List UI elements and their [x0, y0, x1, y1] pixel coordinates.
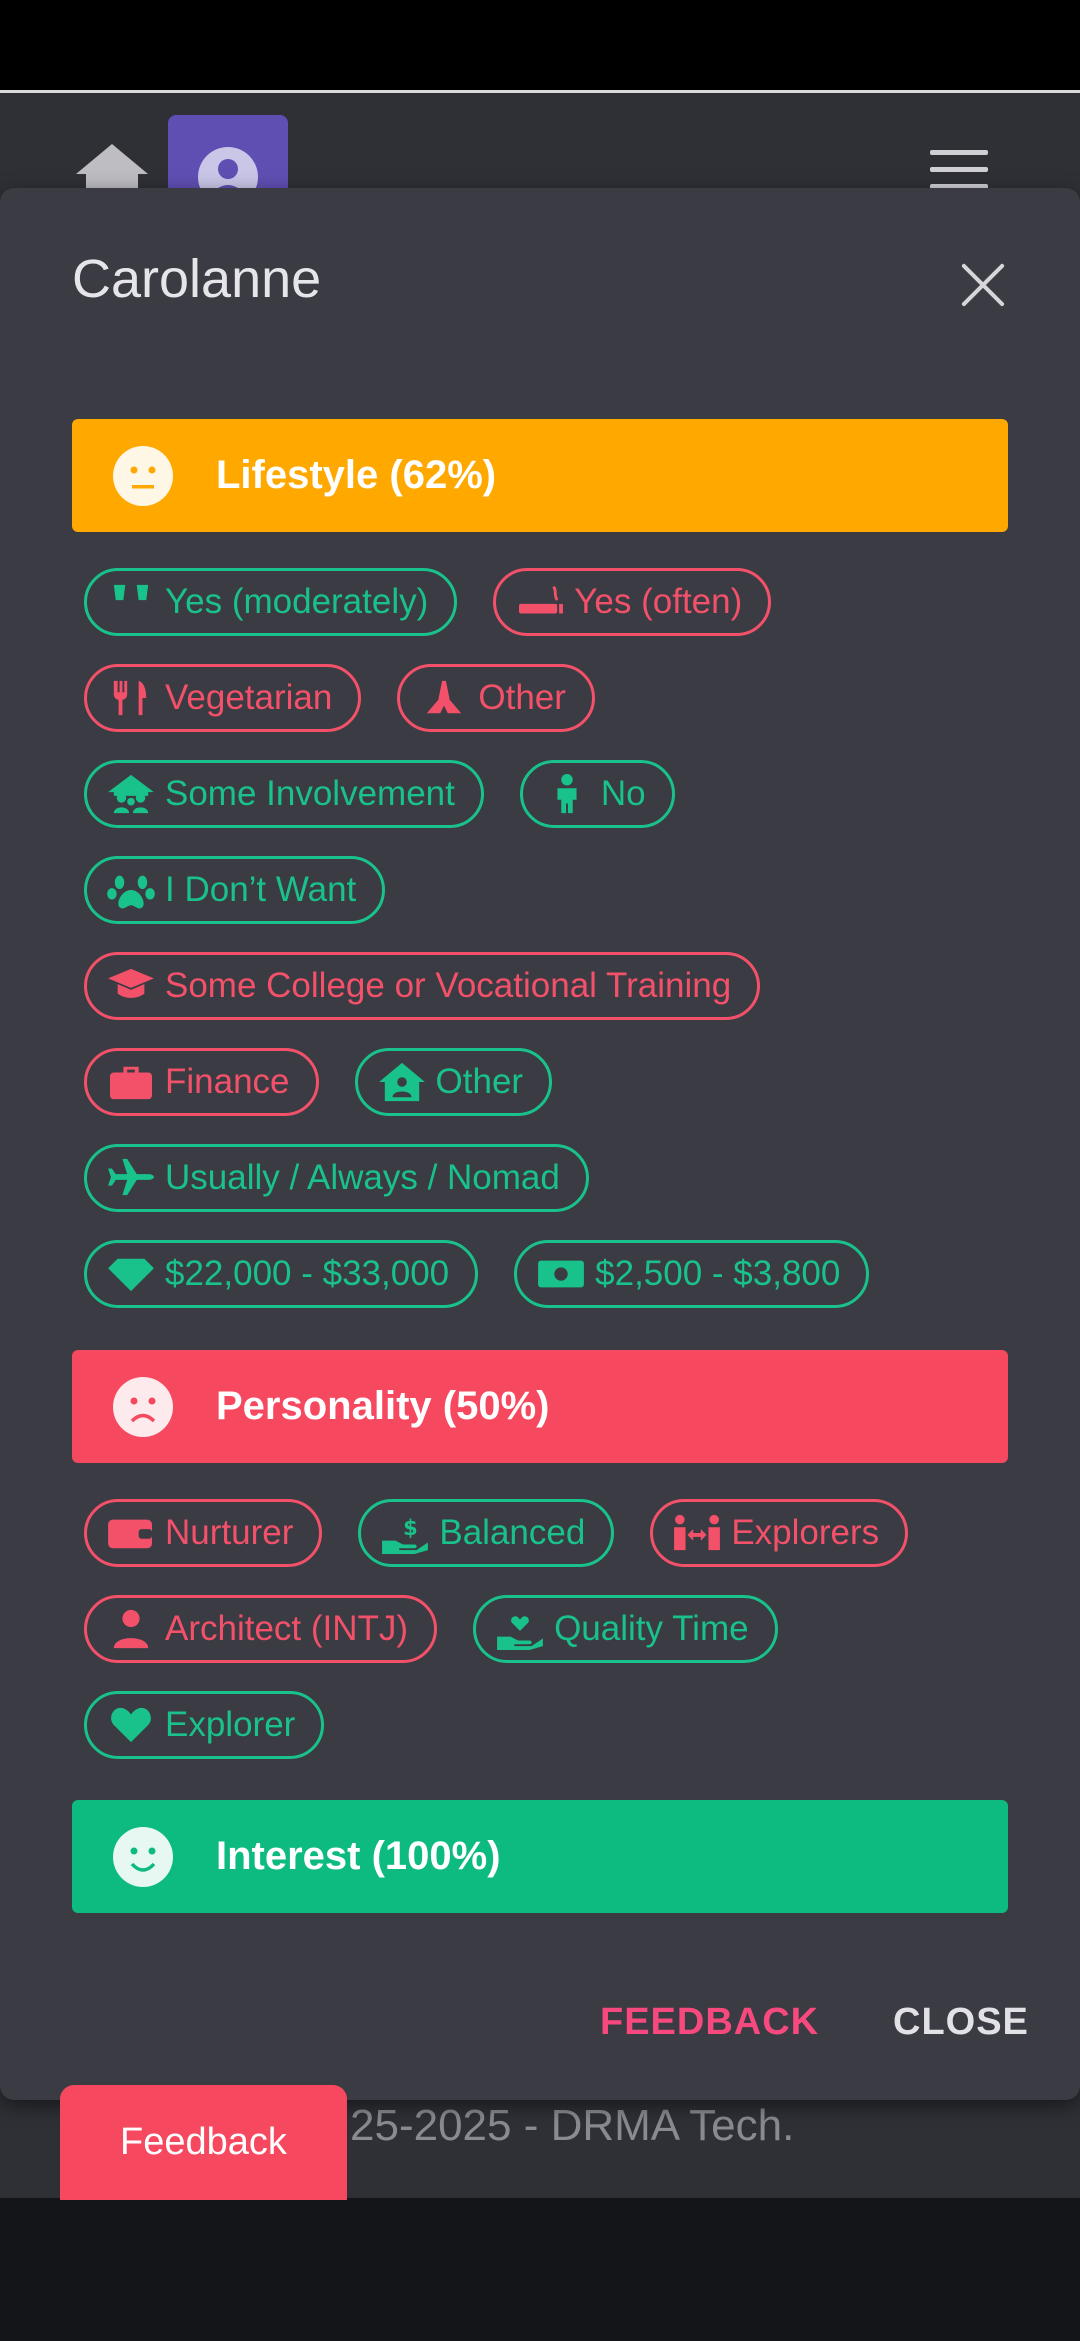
personality-chip-label: Quality Time — [554, 1609, 749, 1648]
plane-icon — [105, 1157, 157, 1199]
personality-chip-label: Explorer — [165, 1705, 296, 1744]
heart-icon — [105, 1704, 157, 1746]
lifestyle-chip[interactable]: No — [519, 760, 675, 828]
match-details-dialog: Carolanne Lifestyle (62%) Yes (moderatel… — [0, 188, 1080, 2100]
lifestyle-chip[interactable]: Finance — [84, 1048, 319, 1116]
utensils-icon — [105, 677, 157, 719]
lifestyle-chip-row: Some College or Vocational Training — [84, 952, 1004, 1024]
lifestyle-chip[interactable]: Yes (moderately) — [84, 568, 458, 636]
lifestyle-chip-label: $2,500 - $3,800 — [595, 1254, 841, 1293]
lifestyle-chip-label: Yes (moderately) — [165, 582, 429, 621]
personality-chip[interactable]: Explorers — [650, 1499, 909, 1567]
lifestyle-chip[interactable]: Other — [354, 1048, 553, 1116]
lifestyle-chip-row: Yes (moderately) Yes (often) — [84, 568, 1004, 640]
lifestyle-chip-label: Vegetarian — [165, 678, 333, 717]
lifestyle-chip-label: $22,000 - $33,000 — [165, 1254, 450, 1293]
glasses-cheers-icon — [105, 581, 157, 623]
lifestyle-chip-row: Finance Other — [84, 1048, 1004, 1120]
house-user-icon — [376, 1061, 428, 1103]
lifestyle-chip-row: $22,000 - $33,000 $2,500 - $3,800 — [84, 1240, 1004, 1312]
personality-chip-list: Nurturer $ Balanced Explorers Architect (INT… — [84, 1499, 1004, 1787]
personality-chip-row: Explorer — [84, 1691, 1004, 1763]
gem-icon — [105, 1253, 157, 1295]
floating-feedback-button[interactable]: Feedback — [60, 2085, 347, 2200]
praying-hands-icon — [418, 677, 470, 719]
footer-copyright: 25-2025 - DRMA Tech. — [350, 2101, 795, 2150]
section-lifestyle-label: Lifestyle (62%) — [216, 453, 497, 497]
lifestyle-chip-row: Vegetarian Other — [84, 664, 1004, 736]
briefcase-icon — [105, 1061, 157, 1103]
lifestyle-chip-label: I Don’t Want — [165, 870, 357, 909]
personality-chip[interactable]: Architect (INTJ) — [84, 1595, 438, 1663]
family-house-icon — [105, 773, 157, 815]
section-interest-header[interactable]: Interest (100%) — [72, 1800, 1008, 1913]
lifestyle-chip-label: Some Involvement — [165, 774, 455, 813]
personality-chip-row: Nurturer $ Balanced Explorers — [84, 1499, 1004, 1571]
user-icon — [105, 1608, 157, 1650]
neutral-face-icon — [113, 445, 173, 506]
dialog-feedback-button[interactable]: FEEDBACK — [600, 2001, 819, 2044]
lifestyle-chip-row: Some Involvement No — [84, 760, 1004, 832]
lifestyle-chip-label: Other — [478, 678, 566, 717]
personality-chip-label: Balanced — [439, 1513, 586, 1552]
happy-face-icon — [113, 1826, 173, 1887]
section-personality-label: Personality (50%) — [216, 1384, 550, 1428]
lifestyle-chip-label: Usually / Always / Nomad — [165, 1158, 560, 1197]
dialog-title: Carolanne — [72, 249, 322, 309]
dialog-close-button[interactable]: CLOSE — [893, 2001, 1029, 2044]
money-bill-icon — [535, 1253, 587, 1295]
lifestyle-chip[interactable]: $2,500 - $3,800 — [514, 1240, 870, 1308]
personality-chip-label: Explorers — [731, 1513, 880, 1552]
section-personality-header[interactable]: Personality (50%) — [72, 1350, 1008, 1463]
lifestyle-chip[interactable]: Yes (often) — [493, 568, 772, 636]
lifestyle-chip[interactable]: Usually / Always / Nomad — [84, 1144, 589, 1212]
personality-chip-label: Nurturer — [165, 1513, 294, 1552]
personality-chip[interactable]: Quality Time — [473, 1595, 778, 1663]
graduation-cap-icon — [105, 965, 157, 1007]
lifestyle-chip-label: Some College or Vocational Training — [165, 966, 732, 1005]
lifestyle-chip[interactable]: I Don’t Want — [84, 856, 386, 924]
lifestyle-chip[interactable]: Some Involvement — [84, 760, 484, 828]
personality-chip[interactable]: $ Balanced — [358, 1499, 615, 1567]
lifestyle-chip-list: Yes (moderately) Yes (often) Vegetarian Oth… — [84, 568, 1004, 1336]
svg-text:$: $ — [403, 1516, 418, 1540]
lifestyle-chip-row: Usually / Always / Nomad — [84, 1144, 1004, 1216]
lifestyle-chip-label: Other — [435, 1062, 524, 1101]
personality-chip[interactable]: Explorer — [84, 1691, 325, 1759]
lifestyle-chip[interactable]: Vegetarian — [84, 664, 362, 732]
lifestyle-chip[interactable]: Other — [397, 664, 595, 732]
lifestyle-chip-label: Yes (often) — [574, 582, 743, 621]
hand-holding-heart-icon — [494, 1608, 546, 1650]
status-bar — [0, 0, 1080, 90]
section-lifestyle-header[interactable]: Lifestyle (62%) — [72, 419, 1008, 532]
close-icon[interactable] — [958, 260, 1008, 310]
personality-chip-row: Architect (INTJ) Quality Time — [84, 1595, 1004, 1667]
smoking-icon — [514, 581, 566, 623]
personality-chip-label: Architect (INTJ) — [165, 1609, 409, 1648]
bottom-navigation-area — [0, 2198, 1080, 2341]
personality-chip[interactable]: Nurturer — [84, 1499, 323, 1567]
people-arrows-icon — [671, 1512, 723, 1554]
lifestyle-chip-row: I Don’t Want — [84, 856, 1004, 928]
paw-icon — [105, 869, 157, 911]
lifestyle-chip-label: Finance — [165, 1062, 290, 1101]
wallet-icon — [105, 1512, 157, 1554]
page-header — [0, 93, 1080, 193]
section-interest-label: Interest (100%) — [216, 1834, 501, 1878]
child-icon — [541, 773, 593, 815]
lifestyle-chip[interactable]: Some College or Vocational Training — [84, 952, 761, 1020]
lifestyle-chip[interactable]: $22,000 - $33,000 — [84, 1240, 479, 1308]
lifestyle-chip-label: No — [600, 774, 646, 813]
hand-holding-dollar-icon: $ — [379, 1512, 431, 1554]
sad-face-icon — [113, 1376, 173, 1437]
